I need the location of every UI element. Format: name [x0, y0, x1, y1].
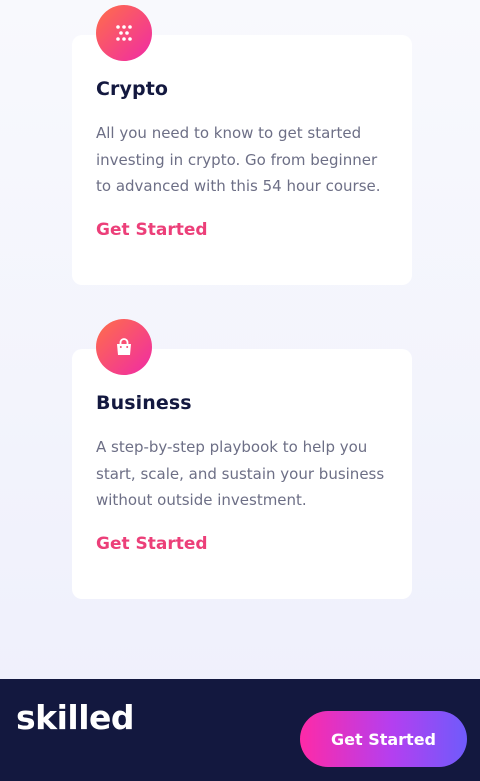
course-card-crypto: Crypto All you need to know to get start…	[72, 5, 412, 285]
get-started-button[interactable]: Get Started	[300, 711, 467, 767]
card-description: All you need to know to get started inve…	[96, 124, 381, 195]
card-title: Crypto	[96, 78, 169, 100]
get-started-link-crypto[interactable]: Get Started	[96, 220, 208, 240]
course-card-business: Business A step-by-step playbook to help…	[72, 319, 412, 599]
get-started-link-business[interactable]: Get Started	[96, 534, 208, 554]
skilled-logo[interactable]: skilled	[16, 698, 135, 737]
crypto-icon-badge	[96, 5, 152, 61]
footer: skilled Get Started	[0, 679, 480, 781]
crypto-icon	[116, 25, 132, 41]
card-title: Business	[96, 392, 192, 414]
card-description: A step-by-step playbook to help you star…	[96, 438, 385, 509]
shopping-bag-icon	[117, 338, 131, 355]
business-icon-badge	[96, 319, 152, 375]
